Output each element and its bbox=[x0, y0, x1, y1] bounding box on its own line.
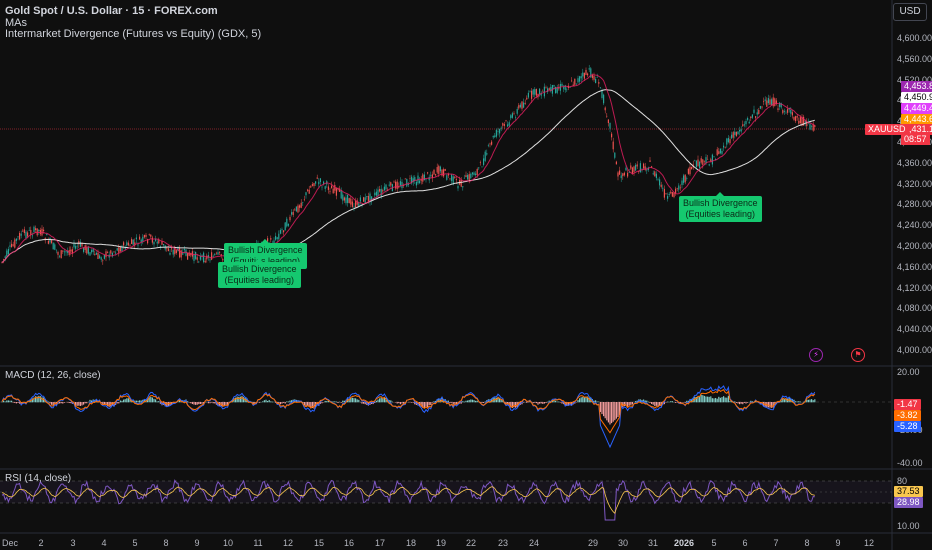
time-tick: 31 bbox=[647, 538, 659, 548]
time-tick: 8 bbox=[163, 538, 169, 548]
time-tick: 2 bbox=[38, 538, 44, 548]
time-tick: 22 bbox=[465, 538, 477, 548]
time-tick: 5 bbox=[711, 538, 717, 548]
time-tick: 10 bbox=[222, 538, 234, 548]
macd-signal-line bbox=[1, 388, 816, 434]
price-tick: 4,080.00 bbox=[897, 303, 932, 314]
time-tick: 4 bbox=[101, 538, 107, 548]
time-tick: Dec bbox=[1, 538, 19, 548]
time-tick: 9 bbox=[835, 538, 841, 548]
rsi-title[interactable]: RSI (14, close) bbox=[5, 473, 71, 484]
rsi-tag-1: 37.53 bbox=[894, 486, 923, 497]
flag-icon[interactable]: ⚑ bbox=[851, 348, 865, 362]
symbol-price-tag: XAUUSD bbox=[865, 124, 909, 135]
time-tick: 15 bbox=[313, 538, 325, 548]
lightning-icon[interactable]: ⚡ bbox=[809, 348, 823, 362]
rsi-tag-2: 28.98 bbox=[894, 497, 923, 508]
candlestick-series bbox=[1, 64, 816, 265]
time-tick: 23 bbox=[497, 538, 509, 548]
macd-tag-2: -3.82 bbox=[894, 410, 921, 421]
price-tick: 4,560.00 bbox=[897, 53, 932, 64]
time-tick: 17 bbox=[374, 538, 386, 548]
macd-tick-1: 20.00 bbox=[897, 367, 920, 377]
divergence-label-2: Bullish Divergence (Equities leading) bbox=[218, 258, 301, 288]
macd-title[interactable]: MACD (12, 26, close) bbox=[5, 370, 101, 381]
time-tick: 12 bbox=[282, 538, 294, 548]
slow-moving-average-line bbox=[1, 89, 815, 263]
rsi-tick-2: 10.00 bbox=[897, 521, 920, 531]
time-tick: 2026 bbox=[673, 538, 695, 548]
time-tick: 9 bbox=[194, 538, 200, 548]
price-tag-1: 4,453.80 bbox=[901, 81, 932, 92]
chart-canvas[interactable] bbox=[0, 0, 932, 550]
indicator-intermarket-divergence[interactable]: Intermarket Divergence (Futures vs Equit… bbox=[5, 28, 261, 40]
price-tick: 4,160.00 bbox=[897, 261, 932, 272]
symbol-title[interactable]: Gold Spot / U.S. Dollar · 15 · FOREX.com bbox=[5, 5, 218, 17]
price-tick: 4,040.00 bbox=[897, 324, 932, 335]
macd-tag-3: -5.28 bbox=[894, 421, 921, 432]
time-tick: 12 bbox=[863, 538, 875, 548]
time-tick: 16 bbox=[343, 538, 355, 548]
price-tick: 4,240.00 bbox=[897, 220, 932, 231]
time-tick: 24 bbox=[528, 538, 540, 548]
time-tick: 29 bbox=[587, 538, 599, 548]
price-tick: 4,000.00 bbox=[897, 345, 932, 355]
currency-button[interactable]: USD bbox=[893, 3, 927, 21]
price-tag-2: 4,450.91 bbox=[901, 92, 932, 103]
price-tick: 4,320.00 bbox=[897, 178, 932, 189]
fast-moving-average-line bbox=[1, 74, 815, 263]
price-tick: 4,600.00 bbox=[897, 33, 932, 43]
time-tick: 8 bbox=[804, 538, 810, 548]
price-tag-3: 4,449.42 bbox=[901, 103, 932, 114]
divergence-label-3: Bullish Divergence (Equities leading) bbox=[679, 192, 762, 222]
time-tick: 11 bbox=[253, 538, 263, 548]
macd-histogram bbox=[1, 394, 816, 425]
macd-tag-1: -1.47 bbox=[894, 399, 921, 410]
time-tick: 5 bbox=[132, 538, 138, 548]
time-tick: 30 bbox=[617, 538, 629, 548]
price-tick: 4,120.00 bbox=[897, 282, 932, 293]
price-tick: 4,360.00 bbox=[897, 157, 932, 168]
price-tick: 4,280.00 bbox=[897, 199, 932, 210]
rsi-tick-1: 80 bbox=[897, 476, 908, 486]
time-tick: 18 bbox=[405, 538, 417, 548]
time-tick: 19 bbox=[435, 538, 447, 548]
macd-tick-3: -40.00 bbox=[897, 458, 923, 468]
macd-line bbox=[1, 385, 816, 449]
price-tick: 4,200.00 bbox=[897, 241, 932, 251]
time-tick: 7 bbox=[773, 538, 779, 548]
time-tick: 3 bbox=[70, 538, 76, 548]
time-tick: 6 bbox=[742, 538, 748, 548]
countdown-tag: 08:57 bbox=[901, 134, 930, 145]
